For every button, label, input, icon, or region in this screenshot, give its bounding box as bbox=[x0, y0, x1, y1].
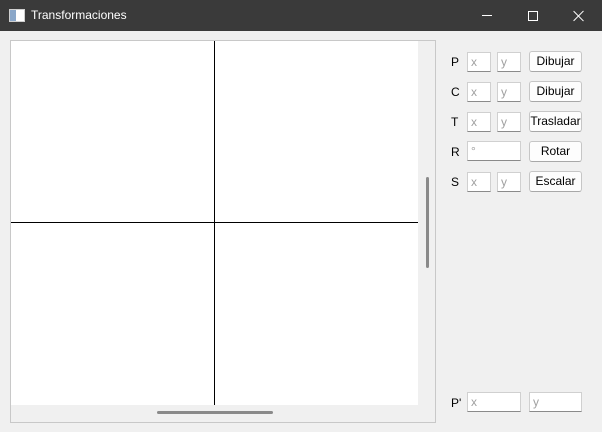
point-y-input[interactable] bbox=[497, 52, 521, 72]
maximize-button[interactable] bbox=[510, 0, 556, 31]
scale-row-label: S bbox=[451, 175, 460, 189]
canvas-scroll-area[interactable] bbox=[10, 40, 436, 423]
point-row-label: P bbox=[451, 55, 460, 69]
minimize-button[interactable] bbox=[464, 0, 510, 31]
center-row-label: C bbox=[451, 85, 460, 99]
y-axis-line bbox=[214, 41, 215, 405]
translate-x-input[interactable] bbox=[467, 112, 491, 132]
result-point-label: P' bbox=[451, 396, 462, 410]
window-client-area: P Dibujar C Dibujar T Trasladar R Rotar … bbox=[0, 31, 602, 432]
translate-button[interactable]: Trasladar bbox=[529, 111, 582, 132]
center-y-input[interactable] bbox=[497, 82, 521, 102]
point-x-input[interactable] bbox=[467, 52, 491, 72]
app-window-icon bbox=[9, 9, 25, 22]
window-title: Transformaciones bbox=[31, 8, 127, 22]
translate-row-label: T bbox=[451, 115, 459, 129]
maximize-icon bbox=[528, 10, 538, 21]
center-x-input[interactable] bbox=[467, 82, 491, 102]
rotate-row-label: R bbox=[451, 145, 460, 159]
drawing-canvas[interactable] bbox=[11, 41, 418, 405]
rotate-button[interactable]: Rotar bbox=[529, 141, 582, 162]
scale-button[interactable]: Escalar bbox=[529, 171, 582, 192]
minimize-icon bbox=[482, 15, 492, 16]
draw-center-button[interactable]: Dibujar bbox=[529, 81, 582, 102]
horizontal-scrollbar[interactable] bbox=[157, 411, 273, 414]
x-axis-line bbox=[11, 222, 418, 223]
result-y-field[interactable] bbox=[529, 392, 582, 412]
result-x-field[interactable] bbox=[467, 392, 521, 412]
translate-y-input[interactable] bbox=[497, 112, 521, 132]
rotate-angle-input[interactable] bbox=[467, 141, 521, 161]
scale-y-input[interactable] bbox=[497, 172, 521, 192]
close-icon bbox=[573, 10, 585, 22]
scale-x-input[interactable] bbox=[467, 172, 491, 192]
close-button[interactable] bbox=[556, 0, 602, 31]
title-bar: Transformaciones bbox=[0, 0, 602, 31]
vertical-scrollbar[interactable] bbox=[426, 177, 429, 268]
draw-point-button[interactable]: Dibujar bbox=[529, 51, 582, 72]
